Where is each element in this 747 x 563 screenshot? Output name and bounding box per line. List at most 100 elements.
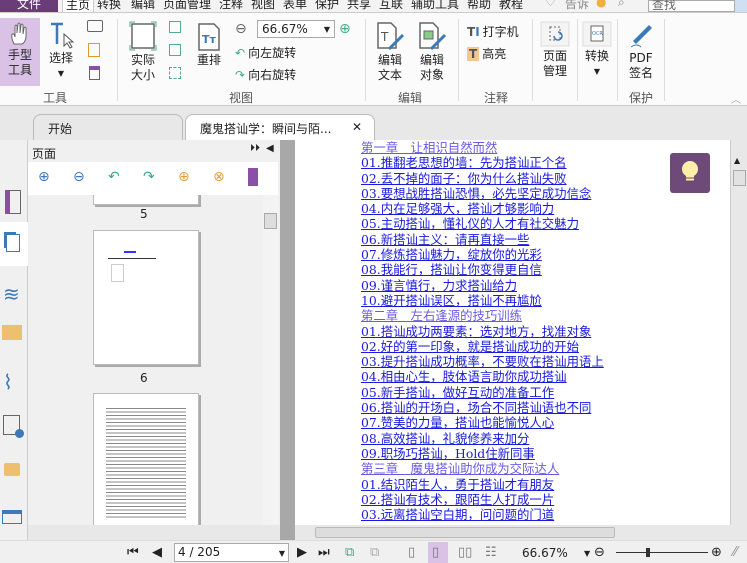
toc-link[interactable]: 05.新手搭讪，做好互动的准备工作 bbox=[361, 385, 604, 400]
toc-link[interactable]: 03.远离搭讪空白期，问问题的门道 bbox=[361, 507, 604, 522]
next-page-icon[interactable]: ▶ bbox=[297, 545, 307, 560]
rotate-right-button[interactable]: ↷ 向右旋转 bbox=[235, 66, 296, 83]
hscroll-thumb[interactable] bbox=[315, 527, 615, 538]
toc-link[interactable]: 01.结识陌生人，勇于搭讪才有朋友 bbox=[361, 477, 604, 492]
tell-me[interactable]: 告诉 bbox=[565, 0, 589, 12]
status-zoom-out-icon[interactable]: ⊖ bbox=[594, 545, 605, 560]
zoom-in-icon[interactable]: ⊕ bbox=[339, 21, 351, 37]
reflow-button[interactable]: Tт 重排 bbox=[193, 23, 225, 68]
facing-page-icon[interactable]: ▯▯ bbox=[458, 545, 472, 560]
toc-link[interactable]: 07.修炼搭讪魅力，绽放你的光彩 bbox=[361, 247, 604, 262]
tab-start[interactable]: 开始 bbox=[33, 114, 183, 140]
toc-link[interactable]: 04.相由心生，肢体语言助你成功搭讪 bbox=[361, 369, 604, 384]
toc-link[interactable]: 01.搭讪成功两要素：选对地方，找准对象 bbox=[361, 324, 604, 339]
zoom-out-icon[interactable]: ⊖ bbox=[235, 21, 247, 37]
status-zoom-in-icon[interactable]: ⊕ bbox=[711, 545, 722, 560]
rotate-page-right-icon[interactable]: ↷ bbox=[143, 169, 155, 185]
scroll-thumb[interactable] bbox=[264, 213, 277, 229]
signature-panel-icon[interactable] bbox=[3, 415, 24, 438]
toc-link[interactable]: 01.推翻老思想的墙：先为搭讪正个名 bbox=[361, 155, 604, 170]
chapter-link[interactable]: 第一章 让相识自然而然 bbox=[361, 140, 604, 155]
continuous-facing-icon[interactable]: ☷ bbox=[485, 545, 497, 560]
bookmark-page-icon[interactable] bbox=[89, 66, 100, 80]
form-fields-icon[interactable] bbox=[2, 510, 22, 524]
menu-view[interactable]: 视图 bbox=[251, 0, 275, 12]
document-hscrollbar[interactable] bbox=[295, 525, 747, 540]
select-button[interactable]: 选择 ▼ bbox=[44, 21, 78, 81]
thumbnail-zoom-in-icon[interactable]: ⊕ bbox=[38, 169, 50, 185]
menu-tutorial[interactable]: 教程 bbox=[499, 0, 523, 12]
menu-home[interactable]: 主页 bbox=[62, 0, 95, 12]
fit-width-icon[interactable] bbox=[169, 44, 181, 56]
fit-page-icon[interactable] bbox=[169, 21, 181, 33]
highlight-button[interactable]: T 高亮 bbox=[467, 45, 506, 62]
attachment-icon[interactable]: ⌇ bbox=[3, 370, 25, 394]
resize-grip-icon[interactable]: ⁄⁄ bbox=[733, 545, 737, 560]
prev-page-icon[interactable]: ◀ bbox=[152, 545, 162, 560]
previous-view-icon[interactable]: ⧉ bbox=[345, 545, 354, 560]
rotate-page-left-icon[interactable]: ↶ bbox=[108, 169, 120, 185]
rotate-left-button[interactable]: ↶ 向左旋转 bbox=[235, 44, 296, 61]
toc-link[interactable]: 08.高效搭讪，礼貌修养来加分 bbox=[361, 431, 604, 446]
chapter-link[interactable]: 第二章 左右逢源的技巧训练 bbox=[361, 308, 604, 323]
toc-link[interactable]: 10.避开搭讪误区，搭讪不再尴尬 bbox=[361, 293, 604, 308]
layers-icon[interactable]: ≋ bbox=[3, 282, 25, 306]
convert-button[interactable]: OCR 转换 ▼ bbox=[580, 21, 614, 79]
page-thumbnail-7[interactable] bbox=[93, 393, 199, 525]
pdf-sign-button[interactable]: PDF签名 bbox=[622, 21, 660, 81]
toc-link[interactable]: 09.职场巧搭讪，Hold住新同事 bbox=[361, 446, 604, 461]
thumbnail-hscrollbar[interactable] bbox=[28, 525, 280, 540]
menu-protect[interactable]: 保护 bbox=[315, 0, 339, 12]
toc-link[interactable]: 04.内在足够强大，搭讪才够影响力 bbox=[361, 201, 604, 216]
menu-help[interactable]: 帮助 bbox=[467, 0, 491, 12]
menu-accessibility[interactable]: 辅助工具 bbox=[411, 0, 459, 12]
toc-link[interactable]: 09.谨言慎行，力求搭讪给力 bbox=[361, 278, 604, 293]
menu-comment[interactable]: 注释 bbox=[219, 0, 243, 12]
single-page-icon[interactable]: ▯ bbox=[408, 545, 415, 560]
hand-tool-button[interactable]: 手型工具 bbox=[0, 18, 40, 86]
lightbulb-icon[interactable]: ♡ bbox=[545, 0, 556, 9]
tab-document[interactable]: 魔鬼搭讪学：瞬间与陌... ✕ bbox=[185, 114, 375, 140]
search-icon[interactable]: ⌕ bbox=[618, 0, 625, 10]
edit-text-button[interactable]: T 编辑文本 bbox=[373, 21, 407, 83]
delete-page-icon[interactable]: ⊗ bbox=[213, 169, 225, 185]
search-input[interactable]: 查找 bbox=[648, 0, 735, 12]
zoom-slider[interactable] bbox=[616, 548, 708, 557]
security-lock-icon[interactable] bbox=[4, 463, 20, 476]
tip-lightbulb-button[interactable] bbox=[670, 153, 710, 193]
last-page-icon[interactable]: ⏭ bbox=[318, 545, 330, 560]
thumbnail-scrollbar[interactable] bbox=[263, 195, 278, 525]
menu-connect[interactable]: 互联 bbox=[379, 0, 403, 12]
thumbnail-zoom-out-icon[interactable]: ⊖ bbox=[73, 169, 85, 185]
page-thumbnail-5[interactable] bbox=[93, 195, 199, 205]
comments-icon[interactable] bbox=[2, 325, 22, 340]
toc-link[interactable]: 06.新搭讪主义：请再直接一些 bbox=[361, 232, 604, 247]
menu-form[interactable]: 表单 bbox=[283, 0, 307, 12]
menu-convert[interactable]: 转换 bbox=[97, 0, 121, 12]
doc-scroll-thumb[interactable] bbox=[733, 170, 746, 186]
toc-link[interactable]: 03.要想战胜搭讪恐惧，必先坚定成功信念 bbox=[361, 186, 604, 201]
first-page-icon[interactable]: ⏮ bbox=[127, 545, 139, 560]
fit-visible-icon[interactable] bbox=[169, 67, 181, 79]
typewriter-button[interactable]: TI 打字机 bbox=[467, 23, 519, 40]
toc-link[interactable]: 02.丢不掉的面子：你为什么搭讪失败 bbox=[361, 171, 604, 186]
menu-edit[interactable]: 编辑 bbox=[131, 0, 155, 12]
snapshot-icon[interactable] bbox=[87, 20, 103, 32]
zoom-dropdown-icon[interactable]: ▼ bbox=[584, 549, 590, 558]
collapse-ribbon-icon[interactable]: ︿ bbox=[731, 91, 741, 106]
page-manage-button[interactable]: 页面管理 bbox=[536, 21, 574, 79]
next-view-icon[interactable]: ⧉ bbox=[370, 545, 379, 560]
page-bookmark-icon[interactable] bbox=[248, 168, 258, 186]
expand-panel-icon[interactable]: ⏵⏵ bbox=[250, 143, 260, 154]
toc-link[interactable]: 02.搭讪有技术，跟陌生人打成一片 bbox=[361, 492, 604, 507]
toc-link[interactable]: 06.搭讪的开场白，场合不同搭讪语也不同 bbox=[361, 400, 604, 415]
page-thumbnail-6[interactable] bbox=[93, 230, 199, 365]
insert-page-icon[interactable]: ⊕ bbox=[178, 169, 190, 185]
menu-share[interactable]: 共享 bbox=[347, 0, 371, 12]
actual-size-button[interactable]: 实际大小 bbox=[124, 21, 162, 83]
toc-link[interactable]: 03.提升搭讪成功概率，不要败在搭讪用语上 bbox=[361, 354, 604, 369]
menu-page-manage[interactable]: 页面管理 bbox=[163, 0, 211, 12]
toc-link[interactable]: 02.好的第一印象，就是搭讪成功的开始 bbox=[361, 339, 604, 354]
zoom-slider-thumb[interactable] bbox=[646, 548, 651, 557]
zoom-select[interactable]: 66.67% ▼ bbox=[257, 20, 335, 38]
